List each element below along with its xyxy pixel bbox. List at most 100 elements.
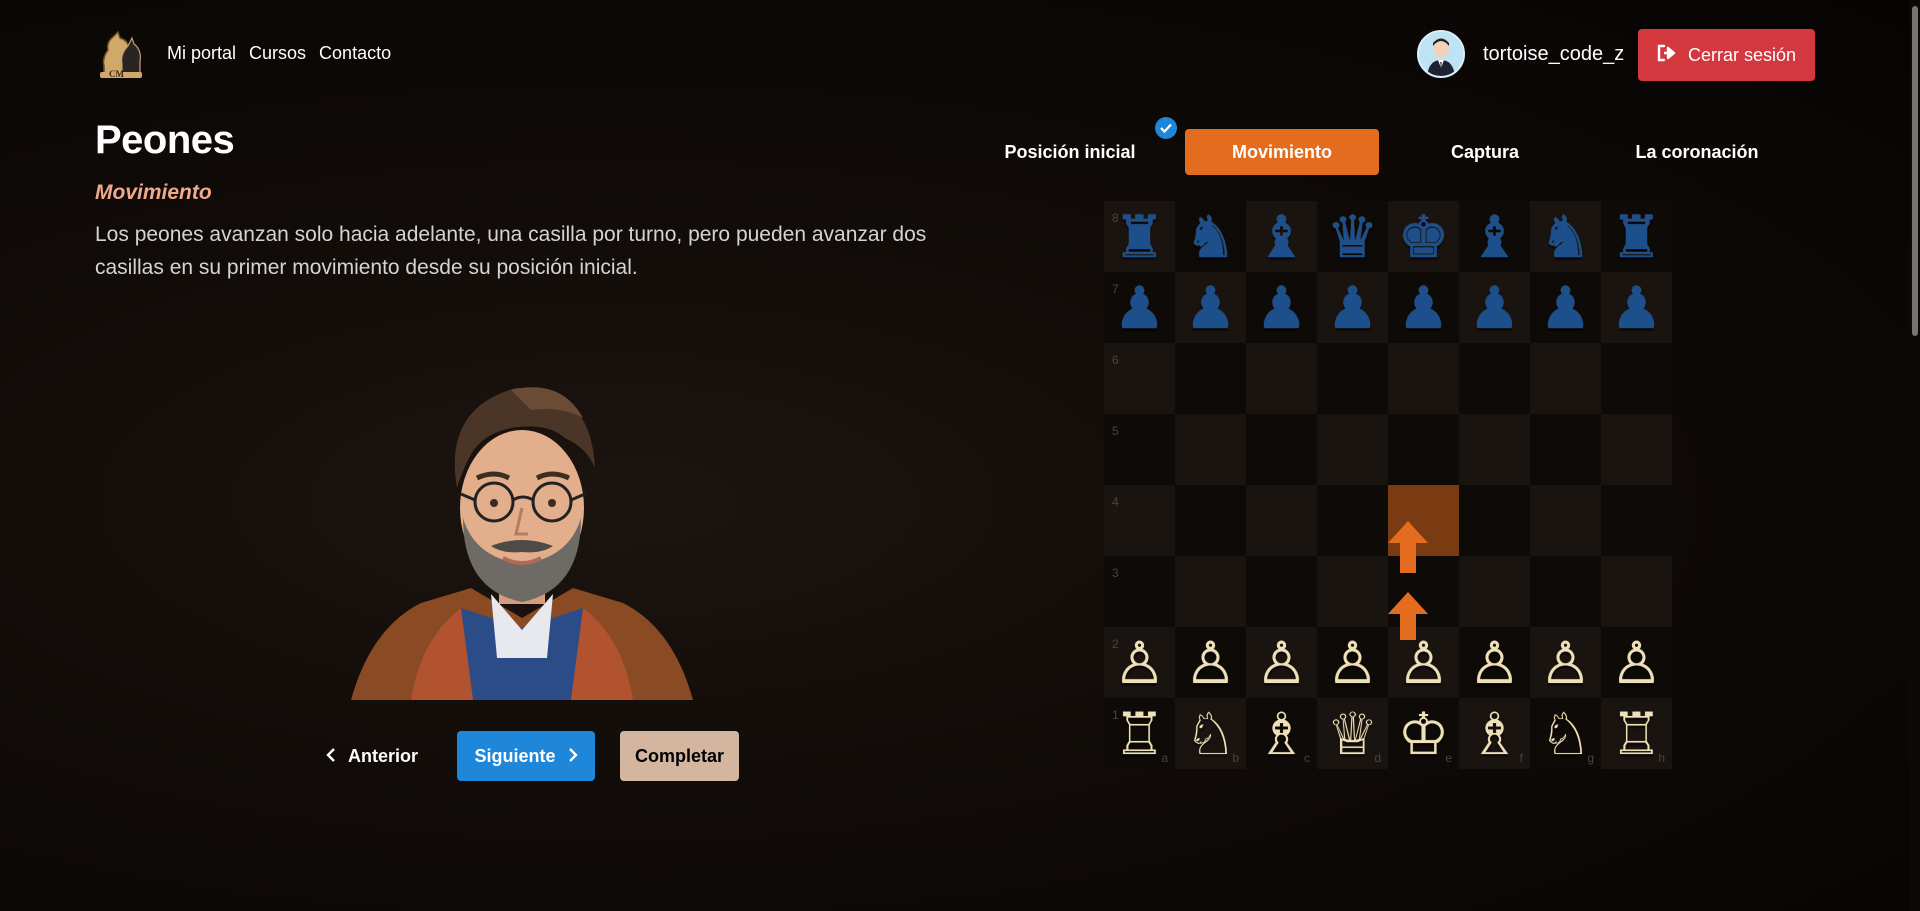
chess-piece[interactable]: ♙ — [1540, 634, 1592, 692]
square-b4[interactable] — [1175, 485, 1246, 556]
chess-piece[interactable]: ♙ — [1114, 634, 1166, 692]
chess-piece[interactable]: ♚ — [1398, 208, 1450, 266]
square-h6[interactable] — [1601, 343, 1672, 414]
square-h1[interactable]: h ♖ — [1601, 698, 1672, 769]
square-f7[interactable]: ♟ — [1459, 272, 1530, 343]
square-a7[interactable]: 7 ♟ — [1104, 272, 1175, 343]
square-d5[interactable] — [1317, 414, 1388, 485]
square-d7[interactable]: ♟ — [1317, 272, 1388, 343]
square-e1[interactable]: e ♔ — [1388, 698, 1459, 769]
square-g4[interactable] — [1530, 485, 1601, 556]
square-h3[interactable] — [1601, 556, 1672, 627]
square-f4[interactable] — [1459, 485, 1530, 556]
chess-piece[interactable]: ♟ — [1185, 279, 1237, 337]
square-b6[interactable] — [1175, 343, 1246, 414]
square-a3[interactable]: 3 — [1104, 556, 1175, 627]
chess-piece[interactable]: ♘ — [1185, 705, 1237, 763]
chess-piece[interactable]: ♜ — [1114, 208, 1166, 266]
square-b8[interactable]: ♞ — [1175, 201, 1246, 272]
chess-board[interactable]: 8 ♜ ♞ ♝ ♛ ♚ ♝ ♞ ♜ 7 ♟ ♟ ♟ ♟ ♟ ♟ ♟ ♟ 6 5 4 3 2 ♙ ♙ ♙ ♙ ♙ ♙ ♙ ♙ 1 a ♖ b ♘ c ♗ d ♕… — [1104, 201, 1672, 769]
square-e8[interactable]: ♚ — [1388, 201, 1459, 272]
square-g7[interactable]: ♟ — [1530, 272, 1601, 343]
square-b5[interactable] — [1175, 414, 1246, 485]
chess-piece[interactable]: ♙ — [1256, 634, 1308, 692]
tab-captura[interactable]: Captura — [1379, 129, 1591, 175]
chess-piece[interactable]: ♔ — [1398, 705, 1450, 763]
page-scrollbar[interactable] — [1910, 0, 1920, 911]
square-d2[interactable]: ♙ — [1317, 627, 1388, 698]
chess-piece[interactable]: ♙ — [1185, 634, 1237, 692]
square-e5[interactable] — [1388, 414, 1459, 485]
square-d3[interactable] — [1317, 556, 1388, 627]
complete-button[interactable]: Completar — [620, 731, 739, 781]
square-b2[interactable]: ♙ — [1175, 627, 1246, 698]
chess-piece[interactable]: ♗ — [1256, 705, 1308, 763]
chess-piece[interactable]: ♙ — [1611, 634, 1663, 692]
site-logo[interactable]: CM — [96, 28, 146, 80]
square-f1[interactable]: f ♗ — [1459, 698, 1530, 769]
nav-cursos[interactable]: Cursos — [249, 43, 306, 64]
square-h7[interactable]: ♟ — [1601, 272, 1672, 343]
square-c2[interactable]: ♙ — [1246, 627, 1317, 698]
square-a8[interactable]: 8 ♜ — [1104, 201, 1175, 272]
square-g5[interactable] — [1530, 414, 1601, 485]
square-g1[interactable]: g ♘ — [1530, 698, 1601, 769]
square-e7[interactable]: ♟ — [1388, 272, 1459, 343]
chess-piece[interactable]: ♝ — [1469, 208, 1521, 266]
chess-piece[interactable]: ♕ — [1327, 705, 1379, 763]
chess-piece[interactable]: ♘ — [1540, 705, 1592, 763]
chess-piece[interactable]: ♟ — [1469, 279, 1521, 337]
chess-piece[interactable]: ♜ — [1611, 208, 1663, 266]
chess-piece[interactable]: ♞ — [1185, 208, 1237, 266]
square-c1[interactable]: c ♗ — [1246, 698, 1317, 769]
square-g2[interactable]: ♙ — [1530, 627, 1601, 698]
square-b3[interactable] — [1175, 556, 1246, 627]
square-a5[interactable]: 5 — [1104, 414, 1175, 485]
logout-button[interactable]: Cerrar sesión — [1638, 29, 1815, 81]
square-a6[interactable]: 6 — [1104, 343, 1175, 414]
chess-piece[interactable]: ♞ — [1540, 208, 1592, 266]
square-c3[interactable] — [1246, 556, 1317, 627]
chess-piece[interactable]: ♝ — [1256, 208, 1308, 266]
chess-piece[interactable]: ♙ — [1469, 634, 1521, 692]
square-d8[interactable]: ♛ — [1317, 201, 1388, 272]
tab-movimiento[interactable]: Movimiento — [1185, 129, 1379, 175]
chess-piece[interactable]: ♛ — [1327, 208, 1379, 266]
square-a1[interactable]: 1 a ♖ — [1104, 698, 1175, 769]
square-f3[interactable] — [1459, 556, 1530, 627]
chess-piece[interactable]: ♟ — [1327, 279, 1379, 337]
chess-piece[interactable]: ♟ — [1256, 279, 1308, 337]
square-g8[interactable]: ♞ — [1530, 201, 1601, 272]
square-a4[interactable]: 4 — [1104, 485, 1175, 556]
square-d4[interactable] — [1317, 485, 1388, 556]
chess-piece[interactable]: ♟ — [1398, 279, 1450, 337]
square-d6[interactable] — [1317, 343, 1388, 414]
square-c6[interactable] — [1246, 343, 1317, 414]
square-a2[interactable]: 2 ♙ — [1104, 627, 1175, 698]
square-g3[interactable] — [1530, 556, 1601, 627]
square-d1[interactable]: d ♕ — [1317, 698, 1388, 769]
square-f6[interactable] — [1459, 343, 1530, 414]
nav-mi-portal[interactable]: Mi portal — [167, 43, 236, 64]
square-c4[interactable] — [1246, 485, 1317, 556]
square-h5[interactable] — [1601, 414, 1672, 485]
square-b1[interactable]: b ♘ — [1175, 698, 1246, 769]
chess-piece[interactable]: ♗ — [1469, 705, 1521, 763]
square-f8[interactable]: ♝ — [1459, 201, 1530, 272]
next-button[interactable]: Siguiente — [457, 731, 595, 781]
square-f2[interactable]: ♙ — [1459, 627, 1530, 698]
square-h4[interactable] — [1601, 485, 1672, 556]
square-c5[interactable] — [1246, 414, 1317, 485]
chess-piece[interactable]: ♖ — [1114, 705, 1166, 763]
square-c7[interactable]: ♟ — [1246, 272, 1317, 343]
avatar[interactable] — [1417, 30, 1465, 78]
user-menu[interactable]: tortoise_code_z — [1417, 30, 1624, 78]
nav-contacto[interactable]: Contacto — [319, 43, 391, 64]
chess-piece[interactable]: ♟ — [1611, 279, 1663, 337]
square-b7[interactable]: ♟ — [1175, 272, 1246, 343]
square-h8[interactable]: ♜ — [1601, 201, 1672, 272]
square-h2[interactable]: ♙ — [1601, 627, 1672, 698]
scrollbar-thumb[interactable] — [1912, 6, 1918, 336]
square-e6[interactable] — [1388, 343, 1459, 414]
tab-la-coronacion[interactable]: La coronación — [1591, 129, 1803, 175]
